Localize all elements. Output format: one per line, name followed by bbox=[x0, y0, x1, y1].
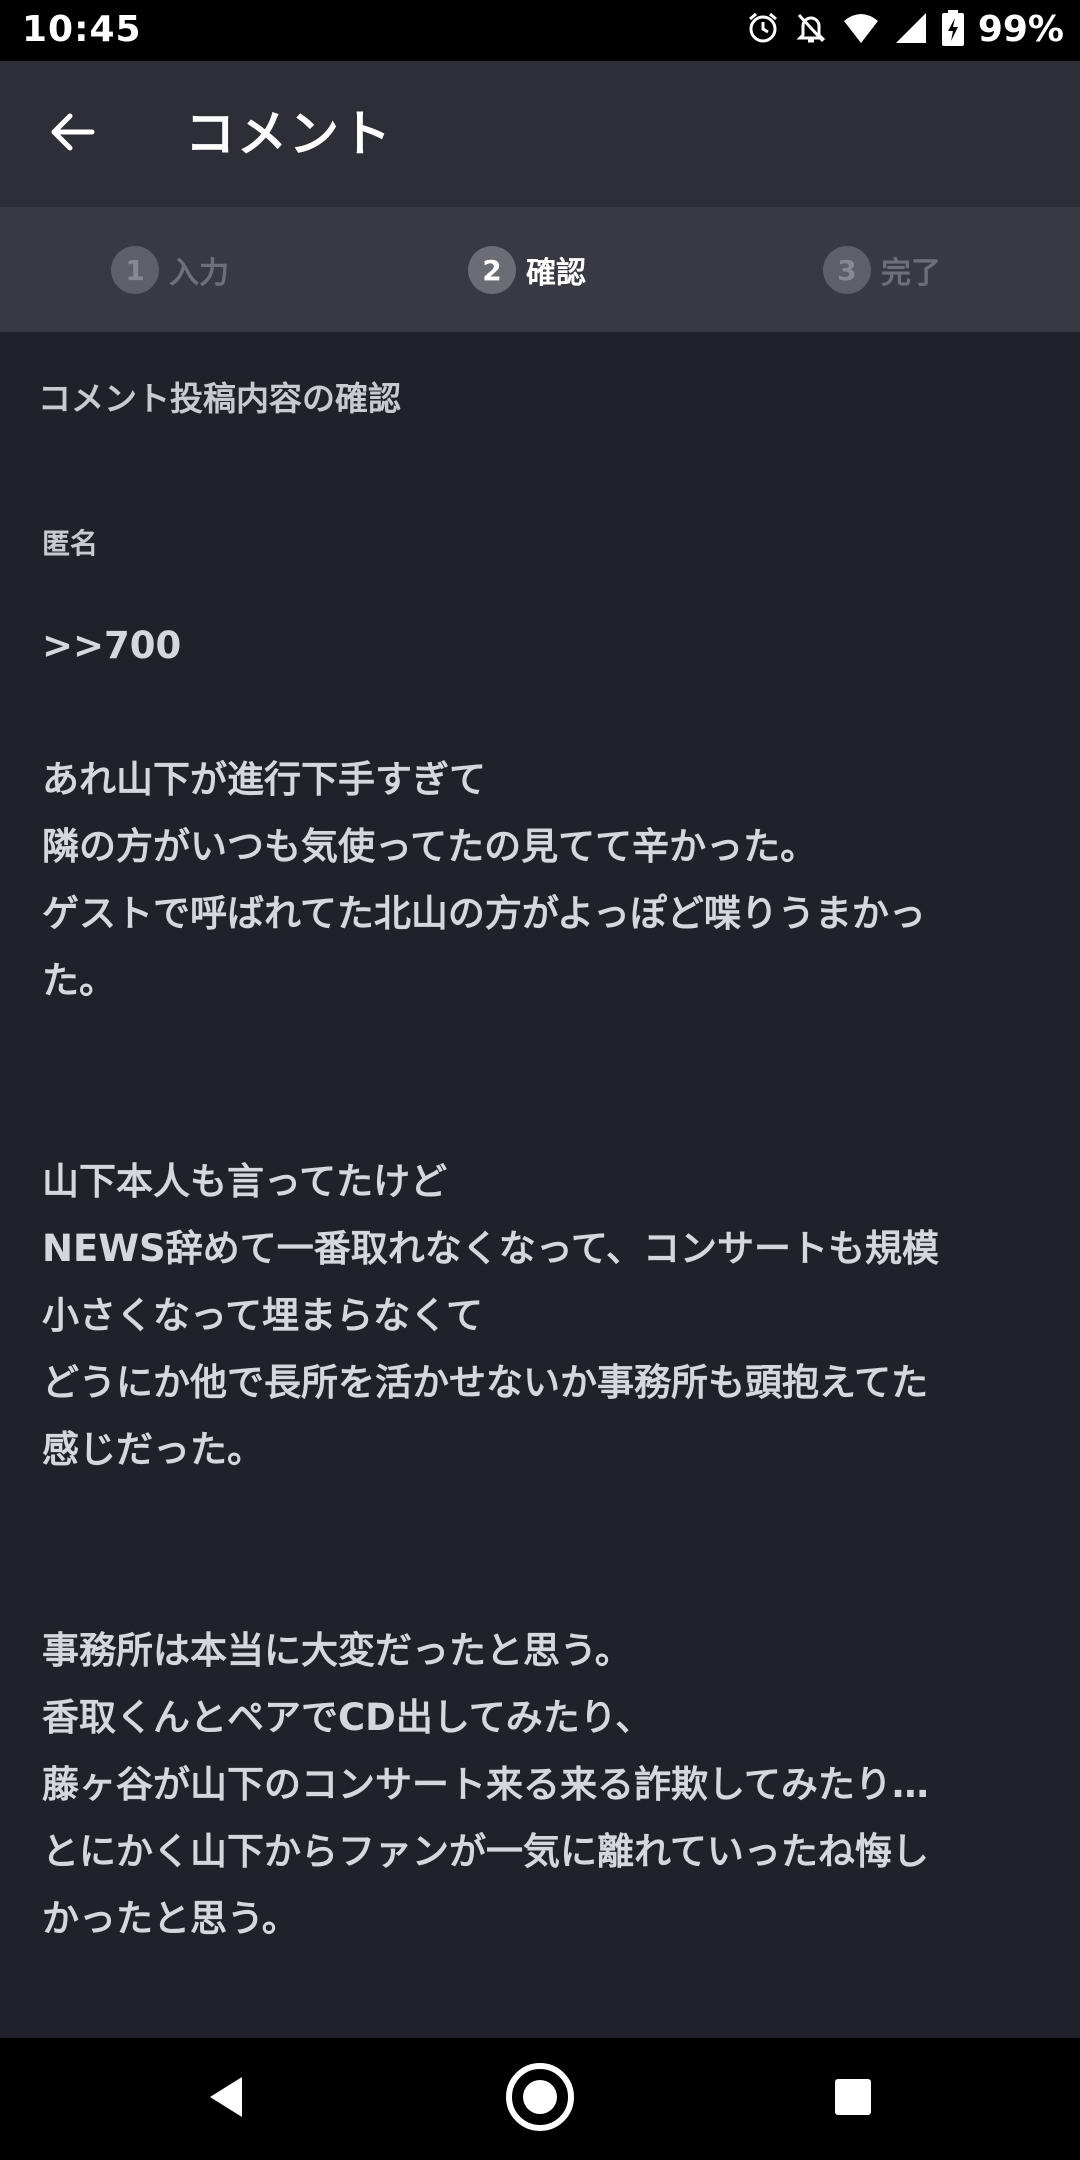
comment-confirmation-content[interactable]: コメント投稿内容の確認 匿名 >>700 あれ山下が進行下手すぎて 隣の方がいつ… bbox=[0, 332, 1080, 2007]
comment-line: とにかく山下からファンが一気に離れていったね悔し bbox=[42, 1830, 929, 1873]
comment-line: 感じだった。 bbox=[42, 1428, 264, 1471]
arrow-left-icon bbox=[48, 112, 96, 156]
comment-line: 事務所は本当に大変だったと思う。 bbox=[42, 1629, 632, 1672]
comment-line: >>700 bbox=[42, 624, 182, 667]
comment-line: 小さくなって埋まらなくて bbox=[42, 1294, 484, 1337]
home-circle-icon bbox=[504, 2061, 576, 2137]
step-number: 3 bbox=[823, 246, 871, 294]
recents-square-icon bbox=[833, 2077, 873, 2121]
step-input: 1 入力 bbox=[111, 242, 229, 298]
comment-author: 匿名 bbox=[42, 527, 99, 560]
comment-line: 藤ヶ谷が山下のコンサート来る来る詐欺してみたり… bbox=[42, 1763, 929, 1806]
step-label: 確認 bbox=[526, 256, 586, 291]
back-triangle-icon bbox=[206, 2075, 246, 2123]
alarm-icon bbox=[746, 11, 780, 49]
comment-line: 山下本人も言ってたけど bbox=[42, 1160, 448, 1203]
comment-line bbox=[42, 1081, 1042, 1148]
comment-line: 香取くんとペアでCD出してみたり、 bbox=[42, 1696, 653, 1739]
status-time: 10:45 bbox=[22, 9, 142, 50]
nav-back-button[interactable] bbox=[186, 2059, 266, 2139]
comment-line bbox=[42, 1483, 1042, 1550]
wifi-icon bbox=[842, 11, 880, 49]
battery-percent: 99% bbox=[977, 9, 1064, 50]
status-icons: 99% bbox=[746, 8, 1064, 52]
steps-indicator: 1 入力 2 確認 3 完了 bbox=[0, 207, 1080, 332]
step-confirm: 2 確認 bbox=[468, 242, 586, 298]
comment-line: どうにか他で長所を活かせないか事務所も頭抱えてた bbox=[42, 1361, 929, 1404]
comment-line bbox=[42, 1014, 1042, 1081]
battery-charging-icon bbox=[941, 10, 964, 50]
step-label: 入力 bbox=[169, 256, 229, 291]
nav-home-button[interactable] bbox=[500, 2059, 580, 2139]
signal-icon bbox=[894, 11, 928, 49]
section-title: コメント投稿内容の確認 bbox=[38, 379, 401, 418]
back-button[interactable] bbox=[30, 99, 114, 169]
system-nav-bar bbox=[0, 2038, 1080, 2160]
comment-line bbox=[42, 1550, 1042, 1617]
status-bar: 10:45 99% bbox=[0, 0, 1080, 61]
comment-line bbox=[42, 679, 1042, 746]
comment-line: あれ山下が進行下手すぎて bbox=[42, 758, 486, 801]
page-title: コメント bbox=[185, 105, 393, 163]
step-number: 1 bbox=[111, 246, 159, 294]
comment-line: NEWS辞めて一番取れなくなって、コンサートも規模 bbox=[42, 1227, 939, 1270]
comment-line: 隣の方がいつも気使ってたの見てて辛かった。 bbox=[42, 825, 818, 868]
step-number: 2 bbox=[468, 246, 516, 294]
comment-line: かったと思う。 bbox=[42, 1897, 299, 1940]
comment-line: た。 bbox=[42, 959, 116, 1002]
step-complete: 3 完了 bbox=[823, 242, 941, 298]
step-label: 完了 bbox=[881, 256, 941, 291]
app-bar: コメント bbox=[0, 61, 1080, 207]
comment-body: >>700 あれ山下が進行下手すぎて 隣の方がいつも気使ってたの見てて辛かった。… bbox=[42, 612, 1042, 1952]
comment-line: ゲストで呼ばれてた北山の方がよっぽど喋りうまかっ bbox=[42, 892, 926, 935]
nav-recents-button[interactable] bbox=[813, 2059, 893, 2139]
notifications-off-icon bbox=[794, 11, 828, 49]
